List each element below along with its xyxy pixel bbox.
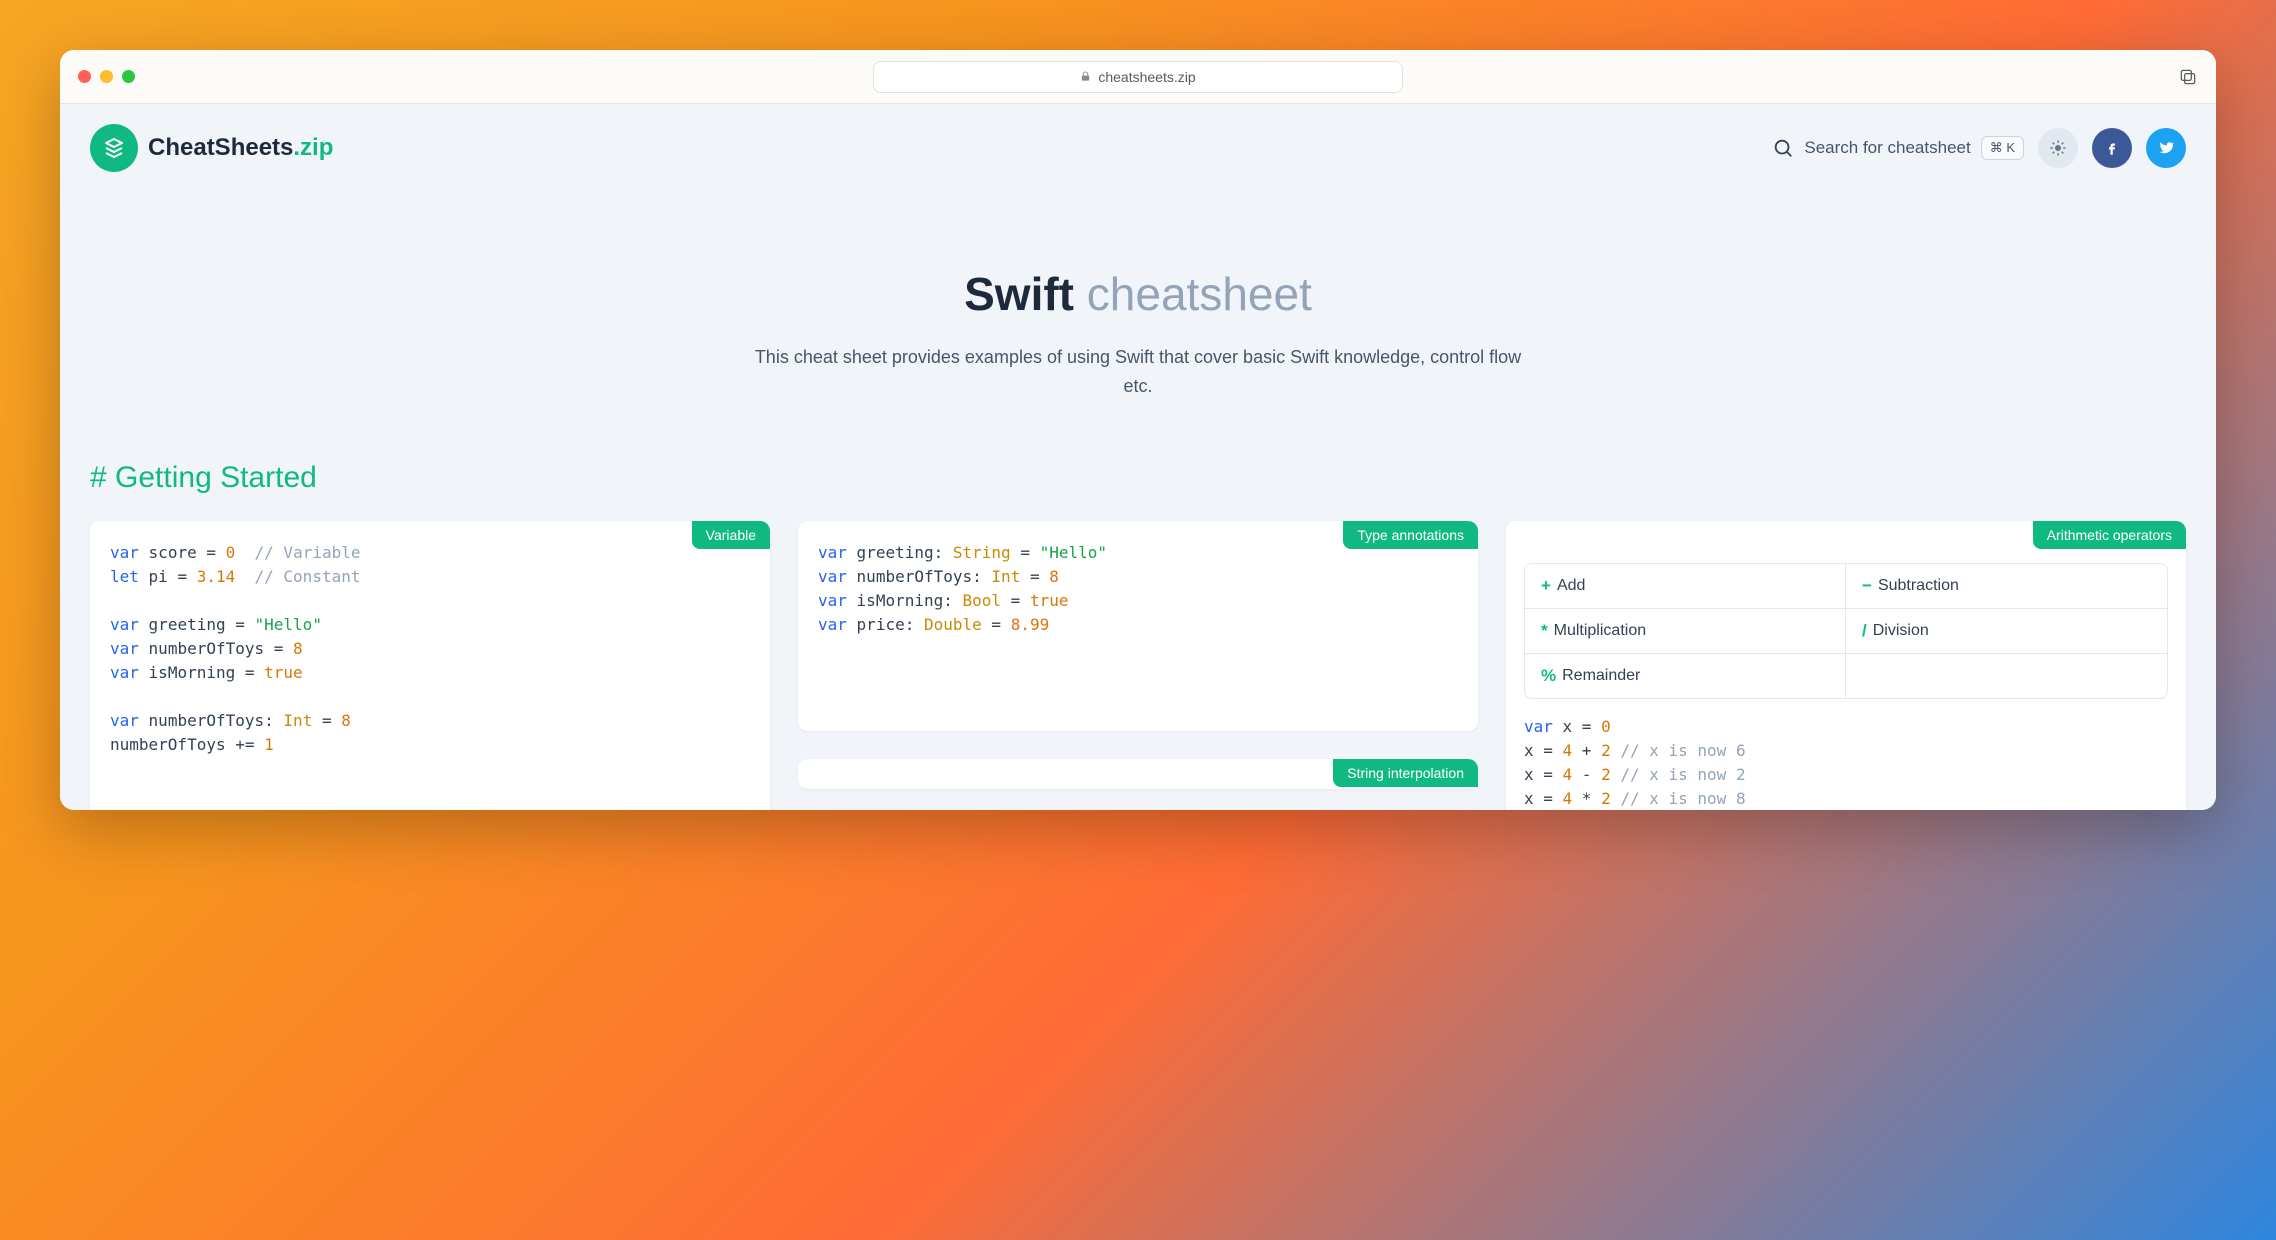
search-icon: [1772, 137, 1794, 159]
site-header: CheatSheets.zip Search for cheatsheet ⌘ …: [60, 104, 2216, 172]
card-tag: Arithmetic operators: [2033, 521, 2186, 549]
theme-toggle-button[interactable]: [2038, 128, 2078, 168]
page-title: Swift cheatsheet: [100, 267, 2176, 321]
card-string-interpolation: String interpolation: [798, 759, 1478, 789]
card-tag: String interpolation: [1333, 759, 1478, 787]
site-logo[interactable]: CheatSheets.zip: [90, 124, 333, 172]
search-placeholder: Search for cheatsheet: [1804, 138, 1970, 158]
code-block-types: var greeting: String = "Hello" var numbe…: [818, 541, 1458, 637]
url-bar[interactable]: cheatsheets.zip: [873, 61, 1403, 93]
hero: Swift cheatsheet This cheat sheet provid…: [60, 172, 2216, 461]
op-divide: /Division: [1846, 609, 2167, 654]
facebook-icon: [2103, 139, 2121, 157]
code-block-variable: var score = 0 // Variable let pi = 3.14 …: [110, 541, 750, 757]
section-heading: # Getting Started: [90, 461, 2186, 495]
op-multiply: *Multiplication: [1525, 609, 1846, 654]
logo-mark-icon: [102, 136, 126, 160]
sun-icon: [2049, 139, 2067, 157]
card-tag: Variable: [692, 521, 770, 549]
facebook-link[interactable]: [2092, 128, 2132, 168]
twitter-icon: [2157, 139, 2175, 157]
logo-text: CheatSheets.zip: [148, 134, 333, 162]
card-arithmetic-operators: Arithmetic operators +Add −Subtraction *…: [1506, 521, 2186, 810]
traffic-lights: [78, 70, 135, 83]
copy-icon[interactable]: [2178, 67, 2198, 87]
op-subtract: −Subtraction: [1846, 564, 2167, 609]
maximize-window-button[interactable]: [122, 70, 135, 83]
search-shortcut: ⌘ K: [1981, 136, 2024, 160]
card-tag: Type annotations: [1343, 521, 1478, 549]
operator-table: +Add −Subtraction *Multiplication /Divis…: [1524, 563, 2168, 699]
close-window-button[interactable]: [78, 70, 91, 83]
browser-window: cheatsheets.zip CheatSheets.zip Search f…: [60, 50, 2216, 810]
page-subtitle: This cheat sheet provides examples of us…: [748, 343, 1528, 401]
lock-icon: [1080, 71, 1091, 82]
section-getting-started: # Getting Started Variable var score = 0…: [60, 461, 2216, 810]
twitter-link[interactable]: [2146, 128, 2186, 168]
column-right: Arithmetic operators +Add −Subtraction *…: [1506, 521, 2186, 810]
url-text: cheatsheets.zip: [1098, 69, 1195, 85]
logo-badge: [90, 124, 138, 172]
code-block-arith: var x = 0 x = 4 + 2 // x is now 6 x = 4 …: [1524, 715, 2168, 810]
search-trigger[interactable]: Search for cheatsheet ⌘ K: [1772, 136, 2024, 160]
card-variable: Variable var score = 0 // Variable let p…: [90, 521, 770, 810]
op-empty: [1846, 654, 2167, 698]
column-middle: Type annotations var greeting: String = …: [798, 521, 1478, 810]
browser-chrome: cheatsheets.zip: [60, 50, 2216, 104]
op-add: +Add: [1525, 564, 1846, 609]
op-remainder: %Remainder: [1525, 654, 1846, 698]
card-type-annotations: Type annotations var greeting: String = …: [798, 521, 1478, 731]
minimize-window-button[interactable]: [100, 70, 113, 83]
page-content: CheatSheets.zip Search for cheatsheet ⌘ …: [60, 104, 2216, 810]
